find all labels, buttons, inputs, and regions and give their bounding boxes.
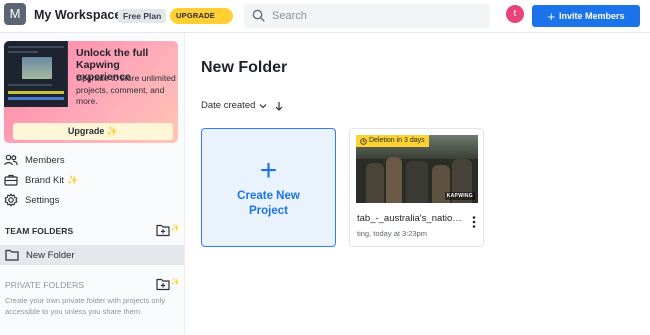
invite-members-button[interactable]: + Invite Members xyxy=(532,5,640,27)
members-icon xyxy=(4,154,18,166)
folder-item-new-folder[interactable]: New Folder xyxy=(0,245,184,265)
clock-icon xyxy=(360,137,367,145)
folder-add-icon: ✨ xyxy=(156,277,180,291)
project-title[interactable]: tab_-_australia's_nation... xyxy=(357,213,465,224)
sort-label: Date created xyxy=(201,100,256,111)
sort-control[interactable]: Date created xyxy=(201,100,283,111)
user-avatar[interactable]: t xyxy=(506,5,524,23)
promo-upgrade-button[interactable]: Upgrade ✨ xyxy=(13,123,173,140)
kapwing-watermark: KAPWING xyxy=(444,192,475,200)
invite-members-label: Invite Members xyxy=(559,11,625,21)
add-team-folder-button[interactable]: ✨ xyxy=(156,223,180,237)
private-folders-hint: Create your own private folder with proj… xyxy=(5,296,166,316)
folder-label: New Folder xyxy=(26,249,75,261)
upgrade-button[interactable]: UPGRADE ✨ xyxy=(170,8,233,24)
promo-body: Upgrade to store unlimited projects, com… xyxy=(76,73,176,106)
sparkle-icon: ✨ xyxy=(67,174,79,185)
plus-icon: + xyxy=(259,153,278,187)
search-icon xyxy=(252,9,265,22)
create-new-project-card[interactable]: + Create New Project xyxy=(201,128,336,247)
private-folders-header: PRIVATE FOLDERS xyxy=(5,280,85,290)
folder-add-icon: ✨ xyxy=(156,223,180,237)
sidebar-item-brand-kit[interactable]: Brand Kit ✨ xyxy=(4,171,78,189)
svg-text:✨: ✨ xyxy=(171,223,178,232)
top-bar: M My Workspace Free Plan UPGRADE ✨ t + I… xyxy=(0,0,650,33)
folder-icon xyxy=(5,249,19,261)
search-input[interactable] xyxy=(272,7,472,25)
gear-icon xyxy=(4,193,18,207)
sort-direction-icon[interactable] xyxy=(275,101,283,111)
plus-icon: + xyxy=(547,8,556,24)
sidebar-item-settings[interactable]: Settings xyxy=(4,191,59,209)
page-title: New Folder xyxy=(201,59,288,76)
sidebar-item-label: Brand Kit xyxy=(25,174,65,186)
sidebar-item-label: Members xyxy=(25,154,65,166)
sidebar-item-members[interactable]: Members xyxy=(4,151,65,169)
deletion-label: Deletion in 3 days xyxy=(369,137,425,144)
project-meta: ting, today at 3:23pm xyxy=(357,229,428,238)
workspace-avatar[interactable]: M xyxy=(4,3,26,25)
more-options-icon[interactable] xyxy=(470,215,478,229)
main-content: New Folder Date created + Create New Pro… xyxy=(185,33,650,335)
upgrade-promo-card: Unlock the full Kapwing experience Upgra… xyxy=(4,41,178,143)
add-private-folder-button[interactable]: ✨ xyxy=(156,277,180,291)
sidebar-item-label: Settings xyxy=(25,194,60,206)
editor-preview-image xyxy=(4,41,68,107)
deletion-badge: Deletion in 3 days xyxy=(356,135,429,147)
sidebar: Unlock the full Kapwing experience Upgra… xyxy=(0,33,185,335)
svg-text:✨: ✨ xyxy=(171,277,178,286)
create-new-project-label: Create New Project xyxy=(237,189,300,217)
chevron-down-icon[interactable] xyxy=(259,103,267,109)
team-folders-header: TEAM FOLDERS xyxy=(5,226,74,236)
workspace-name[interactable]: My Workspace xyxy=(34,8,121,22)
project-card[interactable]: KAPWING Deletion in 3 days tab_-_austral… xyxy=(349,128,484,247)
brand-kit-icon xyxy=(4,174,18,186)
plan-badge: Free Plan xyxy=(118,9,167,23)
search-bar[interactable] xyxy=(244,4,490,28)
